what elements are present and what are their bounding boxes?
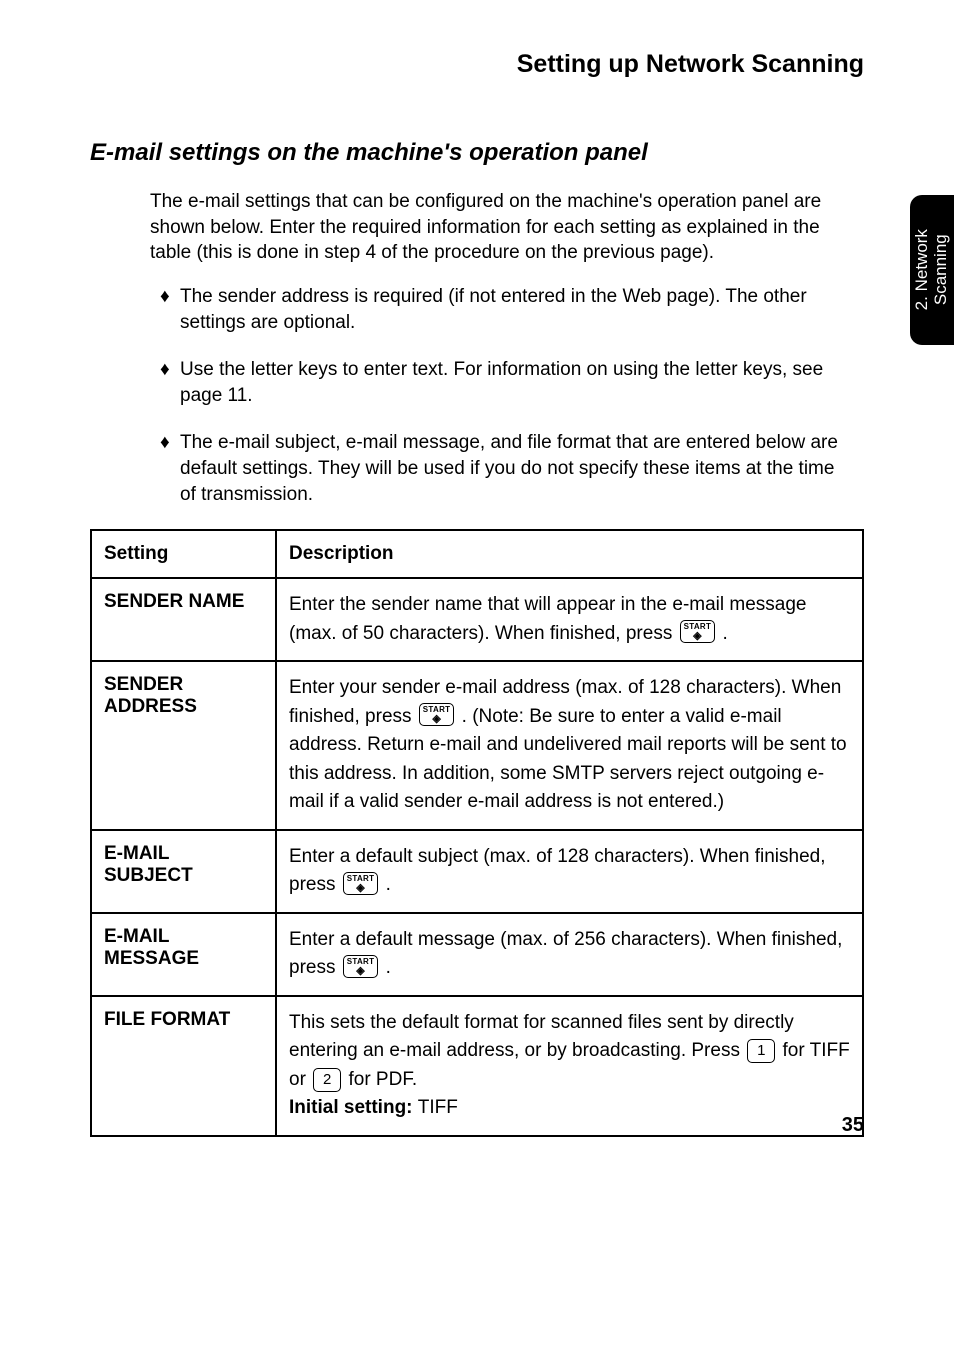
page-header-title: Setting up Network Scanning xyxy=(90,50,864,79)
table-row: E-MAIL SUBJECT Enter a default subject (… xyxy=(91,830,863,913)
number-key-icon: 1 xyxy=(747,1039,775,1063)
desc-text: . xyxy=(722,623,727,644)
desc-text: . xyxy=(386,957,391,978)
number-key-icon: 2 xyxy=(313,1068,341,1092)
side-tab: 2. Network Scanning xyxy=(910,195,954,345)
cell-setting: FILE FORMAT xyxy=(91,996,276,1136)
start-key-icon: START◈ xyxy=(343,872,379,895)
cell-description: Enter a default subject (max. of 128 cha… xyxy=(276,830,863,913)
desc-text: This sets the default format for scanned… xyxy=(289,1012,794,1062)
bullet-item: ♦ The sender address is required (if not… xyxy=(160,284,854,335)
cell-description: Enter your sender e-mail address (max. o… xyxy=(276,661,863,830)
cell-setting: SENDER ADDRESS xyxy=(91,661,276,830)
bullet-diamond-icon: ♦ xyxy=(160,357,180,408)
bullet-text: The e-mail subject, e-mail message, and … xyxy=(180,430,854,507)
col-header-setting: Setting xyxy=(91,530,276,578)
cell-setting: E-MAIL MESSAGE xyxy=(91,913,276,996)
cell-description: Enter the sender name that will appear i… xyxy=(276,578,863,661)
settings-table: Setting Description SENDER NAME Enter th… xyxy=(90,529,864,1137)
bullet-text: Use the letter keys to enter text. For i… xyxy=(180,357,854,408)
bullet-item: ♦ The e-mail subject, e-mail message, an… xyxy=(160,430,854,507)
cell-description: This sets the default format for scanned… xyxy=(276,996,863,1136)
cell-setting: SENDER NAME xyxy=(91,578,276,661)
table-row: SENDER NAME Enter the sender name that w… xyxy=(91,578,863,661)
table-row: SENDER ADDRESS Enter your sender e-mail … xyxy=(91,661,863,830)
intro-paragraph: The e-mail settings that can be configur… xyxy=(150,189,854,266)
table-row: E-MAIL MESSAGE Enter a default message (… xyxy=(91,913,863,996)
start-key-icon: START◈ xyxy=(419,703,455,726)
table-row: FILE FORMAT This sets the default format… xyxy=(91,996,863,1136)
bullet-diamond-icon: ♦ xyxy=(160,284,180,335)
start-key-icon: START◈ xyxy=(680,620,716,643)
col-header-description: Description xyxy=(276,530,863,578)
initial-setting-value: TIFF xyxy=(418,1097,458,1118)
bullet-text: The sender address is required (if not e… xyxy=(180,284,854,335)
desc-text: for PDF. xyxy=(348,1069,417,1090)
page-number: 35 xyxy=(842,1114,864,1137)
start-key-icon: START◈ xyxy=(343,955,379,978)
cell-description: Enter a default message (max. of 256 cha… xyxy=(276,913,863,996)
side-tab-label: 2. Network Scanning xyxy=(913,229,950,310)
table-header-row: Setting Description xyxy=(91,530,863,578)
bullet-diamond-icon: ♦ xyxy=(160,430,180,507)
bullet-item: ♦ Use the letter keys to enter text. For… xyxy=(160,357,854,408)
cell-setting: E-MAIL SUBJECT xyxy=(91,830,276,913)
section-title: E-mail settings on the machine's operati… xyxy=(90,139,864,167)
bullet-list: ♦ The sender address is required (if not… xyxy=(160,284,854,507)
desc-text: . xyxy=(386,874,391,895)
initial-setting-label: Initial setting: xyxy=(289,1097,418,1118)
desc-text: Enter the sender name that will appear i… xyxy=(289,594,807,644)
